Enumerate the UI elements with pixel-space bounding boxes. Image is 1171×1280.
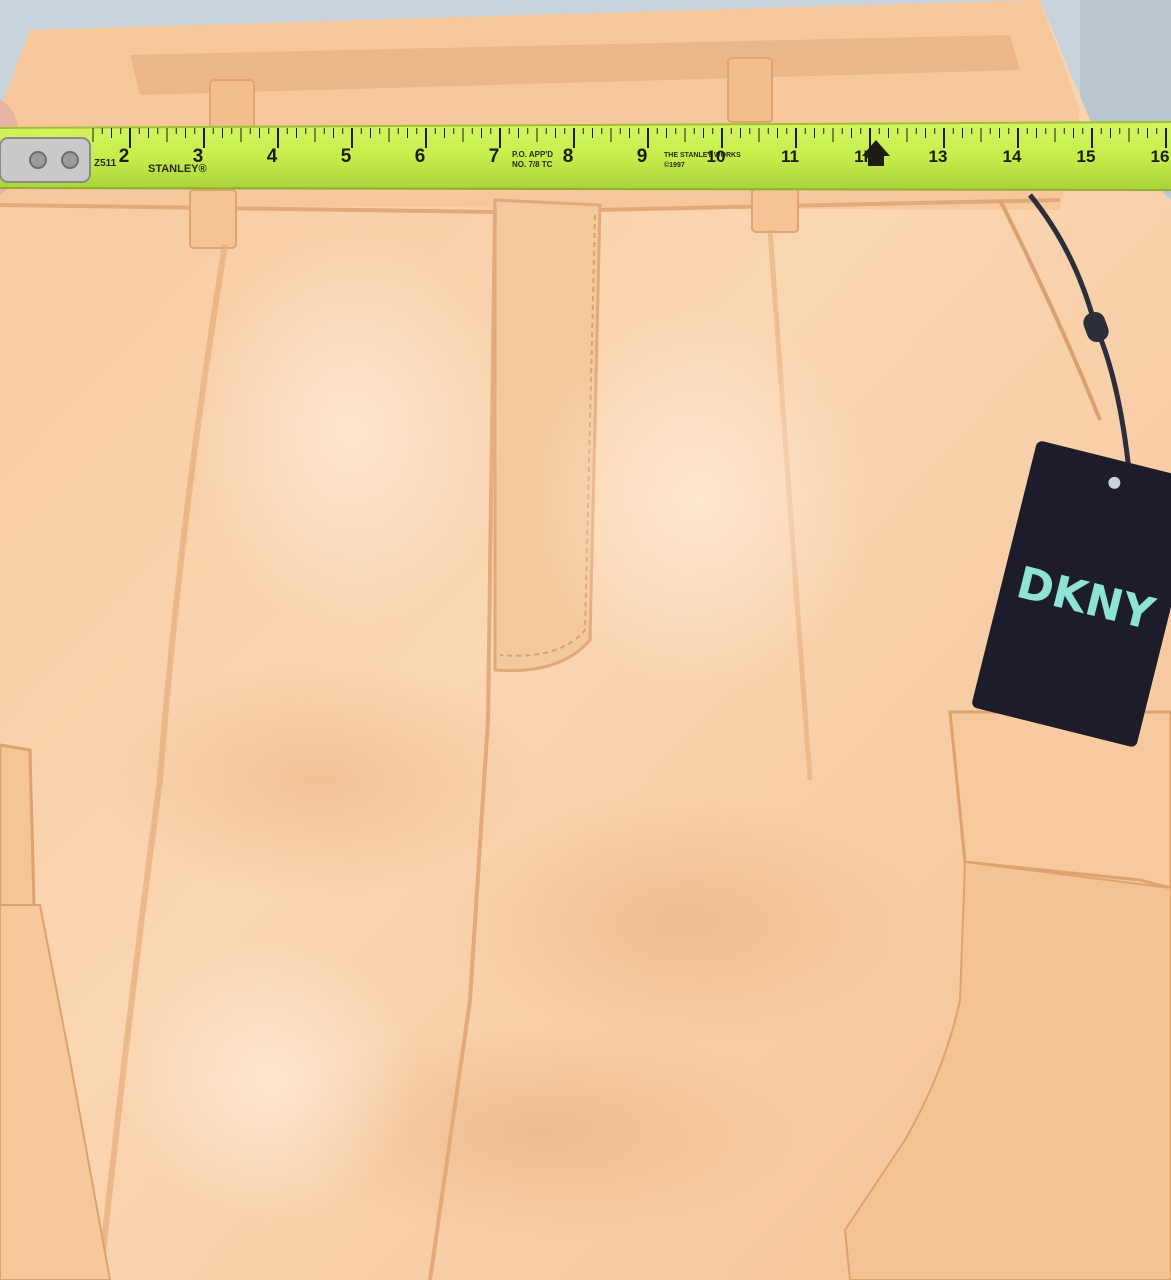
tape-number: 9 (637, 146, 648, 167)
tape-number: 6 (415, 146, 426, 167)
cargo-pocket-left-flap (0, 743, 36, 910)
tape-number: 11 (781, 147, 799, 166)
tape-number: 2 (119, 146, 130, 167)
belt-loop-left-top (209, 79, 255, 131)
tape-code: Z511 (94, 158, 117, 169)
tape-number: 14 (1003, 147, 1022, 166)
tape-rivet-2 (61, 151, 79, 169)
tape-number: 4 (267, 146, 278, 167)
tape-small-text-2: NO. 7/8 TC (512, 160, 553, 169)
fold-shadow-2 (440, 790, 920, 1050)
tape-number: 15 (1077, 147, 1096, 166)
tape-small-text-1: P.O. APP'D (512, 150, 553, 159)
highlight-3 (120, 940, 420, 1220)
tape-number: 7 (489, 146, 500, 167)
tape-number: 16 (1151, 147, 1170, 166)
tape-number: 3 (193, 146, 204, 167)
belt-loop-left-bottom (189, 189, 237, 249)
tape-small-text-3: THE STANLEY WORKS (664, 152, 741, 159)
tape-numbers: 2 3 4 5 6 7 8 9 10 11 1F 13 14 15 16 (119, 146, 1170, 167)
tape-rivet-1 (29, 151, 47, 169)
tape-number: 8 (563, 146, 574, 167)
belt-loop-right-top (727, 57, 773, 123)
measuring-tape: Z511 STANLEY® P.O. APP'D NO. 7/8 TC THE … (0, 121, 1171, 191)
belt-loop-right-bottom (751, 187, 799, 233)
tape-number: 10 (707, 147, 726, 166)
highlight-2 (530, 310, 870, 690)
highlight-1 (190, 230, 510, 630)
product-photo: DKNY Z511 STANLEY® P.O. APP'D NO. 7/8 TC… (0, 0, 1171, 1280)
tape-small-text-4: ©1997 (664, 161, 685, 169)
tape-number: 5 (341, 146, 352, 167)
tape-body (0, 122, 1171, 190)
tape-number: 13 (929, 147, 948, 166)
